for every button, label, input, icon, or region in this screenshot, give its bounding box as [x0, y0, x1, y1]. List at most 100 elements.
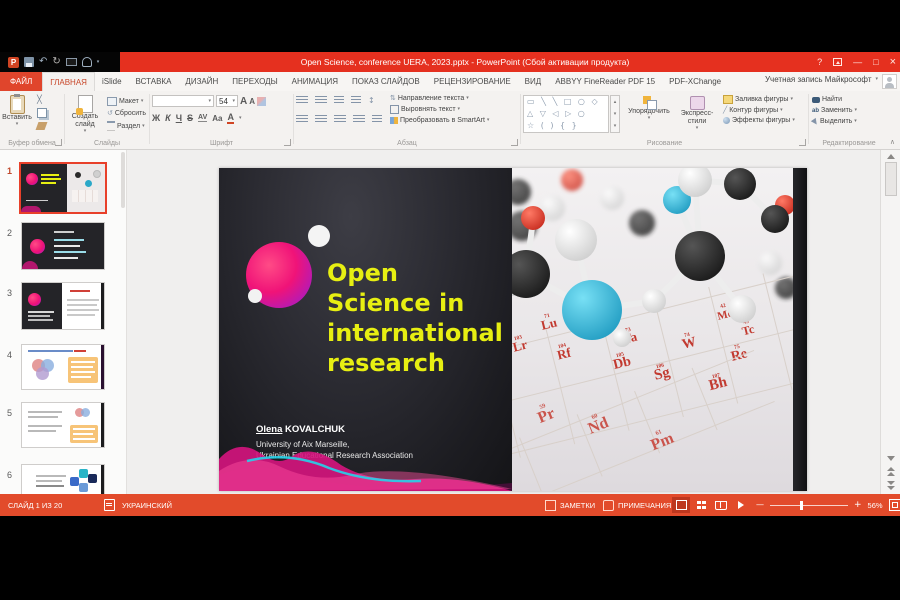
slide-thumbnail-3[interactable] — [21, 282, 105, 330]
grow-font-button[interactable]: A — [240, 96, 247, 107]
zoom-out-icon[interactable]: — — [756, 501, 764, 509]
scrollbar-thumb[interactable] — [885, 162, 897, 196]
comments-toggle[interactable]: ПРИМЕЧАНИЯ — [603, 494, 671, 516]
slide-thumbnail-6[interactable] — [21, 464, 105, 494]
align-left-icon[interactable] — [296, 115, 308, 124]
tab-animations[interactable]: АНИМАЦИЯ — [285, 72, 345, 91]
scroll-down-icon[interactable] — [887, 456, 895, 461]
new-slide-button[interactable]: Создать слайд ▾ — [67, 95, 103, 134]
select-button[interactable]: Выделить ▾ — [812, 118, 857, 125]
arrange-button[interactable]: Упорядочить ▾ — [625, 96, 673, 121]
find-button[interactable]: Найти — [812, 96, 857, 103]
notes-toggle[interactable]: ЗАМЕТКИ — [545, 494, 595, 516]
line-spacing-icon[interactable]: ↕ — [368, 97, 375, 105]
previous-slide-icon2[interactable] — [887, 472, 895, 476]
next-slide-icon2[interactable] — [887, 486, 895, 490]
paragraph-dialog-launcher[interactable] — [511, 139, 518, 146]
shrink-font-button[interactable]: A — [249, 97, 255, 106]
thumbnail-scrollbar[interactable] — [121, 152, 125, 208]
bullets-icon[interactable] — [296, 96, 308, 105]
tab-islide[interactable]: iSlide — [95, 72, 129, 91]
normal-view-button[interactable] — [672, 497, 690, 513]
previous-slide-icon[interactable] — [887, 467, 895, 471]
scroll-up-icon[interactable] — [887, 154, 895, 159]
slide-canvas[interactable]: Open Science in international research O… — [219, 168, 807, 491]
shape-fill-button[interactable]: Заливка фигуры ▾ — [723, 95, 795, 104]
powerpoint-logo-icon[interactable]: P — [8, 57, 19, 68]
spellcheck-status[interactable] — [104, 494, 115, 516]
increase-indent-icon[interactable] — [351, 96, 361, 105]
slideshow-view-button[interactable] — [732, 497, 750, 513]
shapes-gallery[interactable]: ▭ ╲ ╲ □ ○ ◇ △ ▽ ◁ ▷ ○ ☆ ( ) { } — [523, 95, 609, 133]
font-size-combobox[interactable]: 54 ▾ — [216, 95, 238, 107]
slide-thumbnail-4[interactable] — [21, 344, 105, 390]
tab-abbyy[interactable]: ABBYY FineReader PDF 15 — [548, 72, 662, 91]
section-button[interactable]: Раздел ▾ — [107, 121, 146, 131]
bold-button[interactable]: Ж — [152, 113, 160, 123]
layout-button[interactable]: Макет ▾ — [107, 97, 146, 106]
shapes-gallery-scroll[interactable]: ▴ ▾ ▾ — [610, 95, 620, 133]
align-text-button[interactable]: Выровнять текст ▾ — [390, 105, 489, 114]
tab-review[interactable]: РЕЦЕНЗИРОВАНИЕ — [427, 72, 518, 91]
font-name-combobox[interactable]: ▾ — [152, 95, 214, 107]
start-slideshow-icon[interactable] — [66, 58, 77, 66]
tab-insert[interactable]: ВСТАВКА — [129, 72, 179, 91]
avatar[interactable] — [882, 74, 897, 89]
slide-thumbnail-2[interactable] — [21, 222, 105, 270]
account-menu[interactable]: Учетная запись Майкрософт ▾ — [765, 75, 878, 84]
slide-thumbnail-1[interactable] — [19, 162, 107, 214]
quick-styles-button[interactable]: Экспресс-стили ▾ — [675, 96, 719, 131]
collapse-ribbon-icon[interactable]: ∧ — [890, 139, 895, 146]
close-icon[interactable]: × — [890, 56, 896, 68]
italic-button[interactable]: К — [165, 113, 171, 123]
strikethrough-button[interactable]: S — [187, 113, 193, 123]
language-status[interactable]: УКРАИНСКИЙ — [122, 494, 172, 516]
replace-button[interactable]: ab Заменить ▾ — [812, 107, 857, 114]
numbering-icon[interactable] — [315, 96, 327, 105]
copy-icon[interactable] — [37, 108, 47, 118]
slide-thumbnail-5[interactable] — [21, 402, 105, 448]
reading-view-button[interactable] — [712, 497, 730, 513]
shape-outline-button[interactable]: ╱ Контур фигуры ▾ — [723, 107, 795, 114]
scroll-up-icon[interactable]: ▴ — [614, 100, 617, 105]
tab-pdf-xchange[interactable]: PDF-XChange — [662, 72, 728, 91]
cut-icon[interactable]: ╳ — [37, 96, 47, 104]
touch-mode-icon[interactable] — [82, 57, 92, 67]
redo-icon[interactable]: ↻ — [52, 57, 60, 67]
clear-formatting-icon[interactable] — [257, 97, 266, 106]
slide-sorter-view-button[interactable] — [692, 497, 710, 513]
slide-title[interactable]: Open Science in international research — [327, 258, 503, 378]
clipboard-dialog-launcher[interactable] — [55, 139, 62, 146]
qat-customize-dropdown[interactable]: ▾ — [97, 60, 100, 65]
next-slide-icon[interactable] — [887, 481, 895, 485]
font-color-button[interactable]: A — [227, 112, 234, 124]
zoom-in-icon[interactable]: + — [854, 501, 862, 510]
change-case-button[interactable]: Aa — [212, 114, 222, 123]
help-icon[interactable]: ? — [817, 57, 822, 67]
vertical-scrollbar[interactable] — [880, 150, 900, 494]
tab-file[interactable]: ФАЙЛ — [0, 72, 42, 91]
font-dialog-launcher[interactable] — [284, 139, 291, 146]
gallery-more-icon[interactable]: ▾ — [614, 124, 617, 129]
drawing-dialog-launcher[interactable] — [799, 139, 806, 146]
convert-smartart-button[interactable]: Преобразовать в SmartArt ▾ — [390, 117, 489, 124]
character-spacing-button[interactable]: AV — [198, 114, 207, 122]
save-icon[interactable] — [24, 57, 34, 67]
format-painter-icon[interactable] — [36, 122, 48, 130]
tab-home[interactable]: ГЛАВНАЯ — [42, 72, 95, 91]
tab-design[interactable]: ДИЗАЙН — [178, 72, 225, 91]
tab-transitions[interactable]: ПЕРЕХОДЫ — [225, 72, 284, 91]
align-center-icon[interactable] — [315, 115, 327, 124]
ribbon-display-options-icon[interactable] — [833, 58, 842, 66]
minimize-icon[interactable]: — — [853, 57, 862, 67]
fit-slide-to-window-icon[interactable] — [889, 499, 900, 511]
reset-button[interactable]: ↺ Сбросить — [107, 110, 146, 117]
columns-icon[interactable] — [372, 115, 382, 124]
paste-button[interactable]: Вставить ▾ — [3, 95, 31, 127]
zoom-slider-thumb[interactable] — [800, 501, 803, 510]
tab-slideshow[interactable]: ПОКАЗ СЛАЙДОВ — [345, 72, 427, 91]
scroll-down-icon[interactable]: ▾ — [614, 112, 617, 117]
underline-button[interactable]: Ч — [176, 113, 182, 123]
shape-effects-button[interactable]: Эффекты фигуры ▾ — [723, 117, 795, 124]
undo-icon[interactable]: ↶ — [39, 57, 47, 67]
